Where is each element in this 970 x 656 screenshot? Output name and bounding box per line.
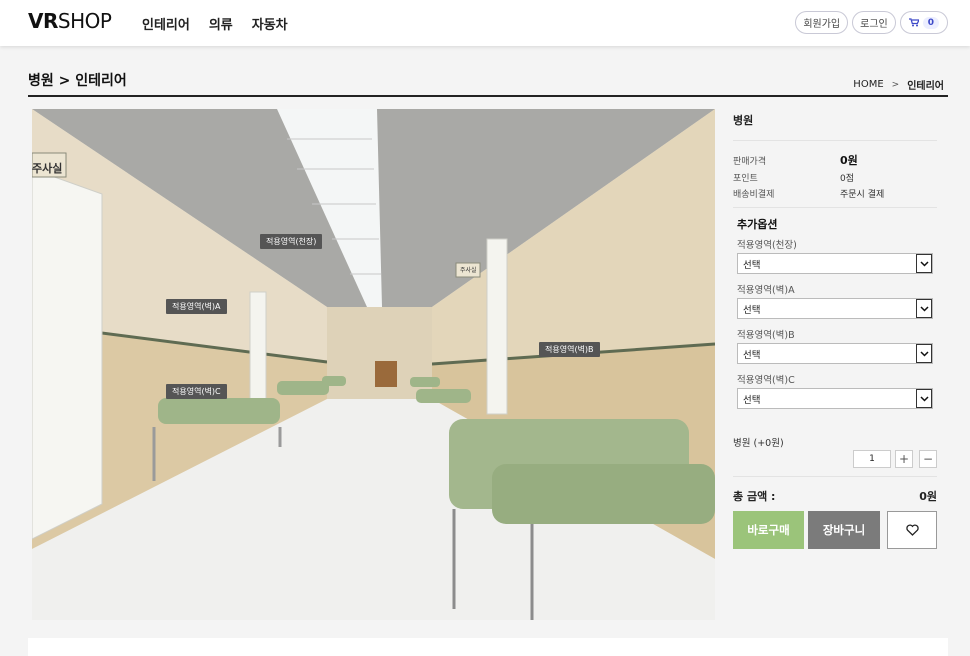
nav-car[interactable]: 자동차 xyxy=(252,14,288,33)
area-tag-ceiling: 적용영역(천장) xyxy=(260,234,323,249)
option-label-wall-b: 적용영역(벽)B xyxy=(737,330,795,341)
site-header: VRSHOP 인테리어 의류 자동차 회원가입 로그인 0 xyxy=(0,0,970,46)
header-actions: 회원가입 로그인 0 xyxy=(795,11,948,34)
breadcrumb-current: 인테리어 xyxy=(907,81,944,92)
main-nav: 인테리어 의류 자동차 xyxy=(142,14,288,33)
breadcrumb-home[interactable]: HOME xyxy=(853,79,883,90)
shipping-value: 주문시 결제 xyxy=(840,190,885,200)
total-value: 0원 xyxy=(919,490,937,503)
signup-button[interactable]: 회원가입 xyxy=(795,11,849,34)
product-image: 적용영역(천장) 적용영역(벽)A 적용영역(벽)B 적용영역(벽)C 주사실 … xyxy=(32,109,715,620)
price-value: 0원 xyxy=(840,154,858,167)
heart-icon xyxy=(905,524,919,536)
area-tag-wall-a: 적용영역(벽)A xyxy=(166,299,227,314)
chevron-down-icon xyxy=(916,299,932,318)
product-name: 병원 xyxy=(733,114,754,127)
nav-clothing[interactable]: 의류 xyxy=(209,14,233,33)
breadcrumb-separator: > xyxy=(891,79,900,90)
total-label: 총 금액 : xyxy=(733,490,776,503)
quantity-minus-button[interactable]: − xyxy=(919,450,937,468)
option-select-ceiling[interactable]: 선택 xyxy=(737,253,933,274)
room-sign: 주사실 xyxy=(32,162,63,175)
chevron-down-icon xyxy=(916,344,932,363)
shipping-label: 배송비결제 xyxy=(733,190,775,200)
quantity-label: 병원 (+0원) xyxy=(733,438,784,449)
option-select-wall-c[interactable]: 선택 xyxy=(737,388,933,409)
divider xyxy=(733,140,937,141)
cart-button[interactable]: 0 xyxy=(899,11,948,34)
quantity-input[interactable]: 1 xyxy=(853,450,891,468)
chevron-down-icon xyxy=(916,389,932,408)
area-tag-wall-c: 적용영역(벽)C xyxy=(166,384,227,399)
breadcrumb: HOME > 인테리어 xyxy=(853,77,944,92)
option-label-ceiling: 적용영역(천장) xyxy=(737,240,797,251)
option-label-wall-a: 적용영역(벽)A xyxy=(737,285,795,296)
area-tag-wall-b: 적용영역(벽)B xyxy=(539,342,600,357)
price-label: 판매가격 xyxy=(733,157,767,167)
chevron-down-icon xyxy=(916,254,932,273)
cart-count-badge: 0 xyxy=(922,16,939,29)
divider xyxy=(733,476,937,477)
nav-interior[interactable]: 인테리어 xyxy=(142,14,190,33)
option-label-wall-c: 적용영역(벽)C xyxy=(737,375,795,386)
page-title: 병원 > 인테리어 xyxy=(28,73,127,89)
cart-icon xyxy=(908,18,919,27)
room-sign-small: 주사실 xyxy=(460,267,477,274)
quantity-plus-button[interactable]: + xyxy=(895,450,913,468)
login-button[interactable]: 로그인 xyxy=(852,11,896,34)
options-title: 추가옵션 xyxy=(737,218,778,231)
corridor-illustration xyxy=(32,109,715,620)
buy-now-button[interactable]: 바로구매 xyxy=(733,511,804,549)
add-to-cart-button[interactable]: 장바구니 xyxy=(808,511,880,549)
site-logo[interactable]: VRSHOP xyxy=(28,9,112,33)
point-label: 포인트 xyxy=(733,174,758,184)
option-select-wall-a[interactable]: 선택 xyxy=(737,298,933,319)
option-select-wall-b[interactable]: 선택 xyxy=(737,343,933,364)
title-divider xyxy=(28,95,948,97)
bottom-section xyxy=(28,638,948,656)
wishlist-button[interactable] xyxy=(887,511,937,549)
point-value: 0점 xyxy=(840,174,855,184)
divider xyxy=(733,207,937,208)
